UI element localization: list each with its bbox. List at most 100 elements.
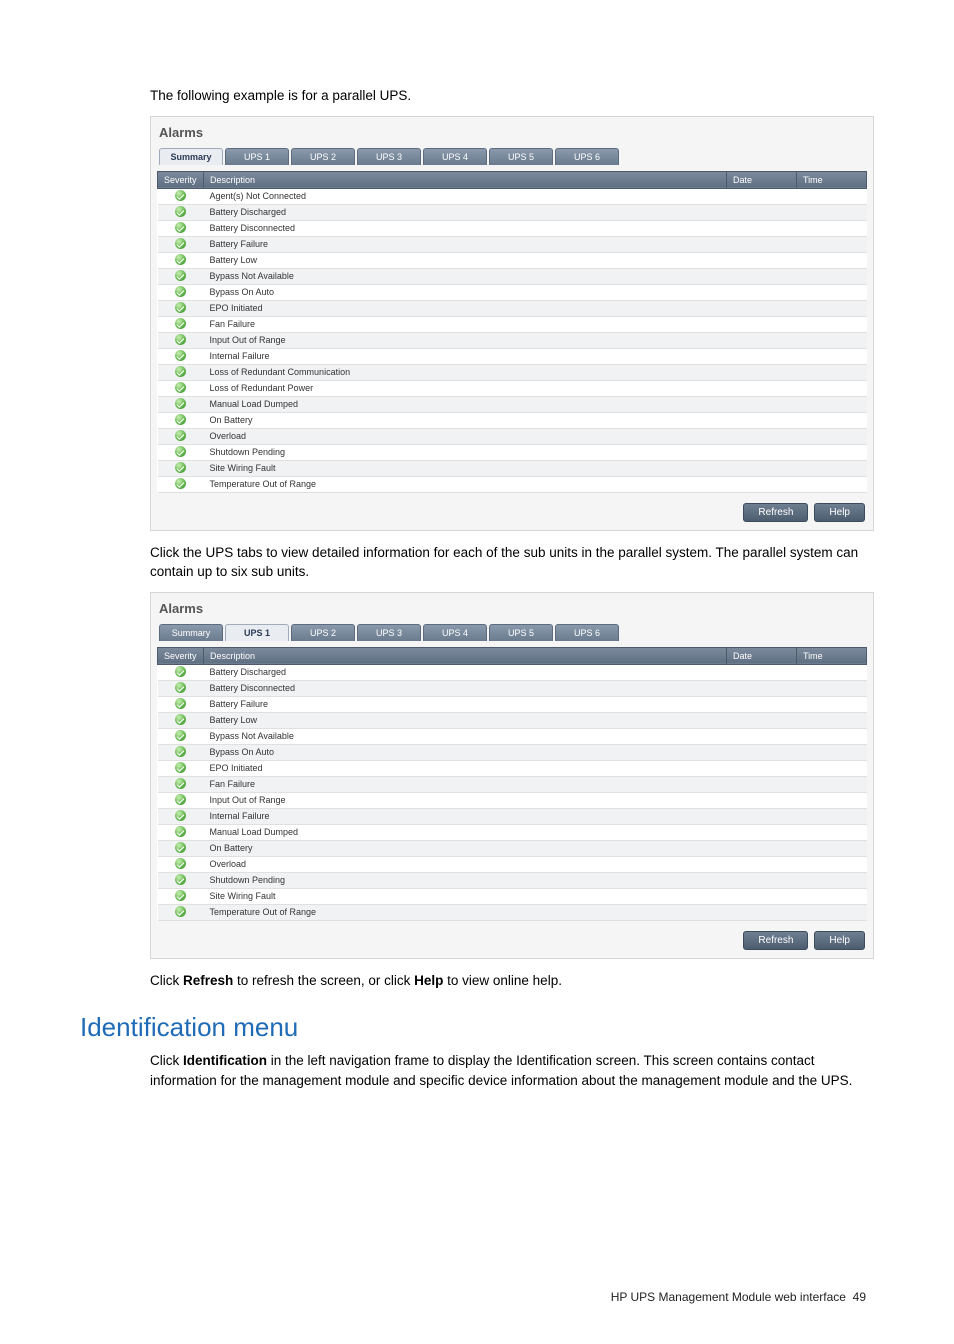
date-cell bbox=[727, 396, 797, 412]
status-ok-icon bbox=[175, 890, 186, 901]
tab-ups-5[interactable]: UPS 5 bbox=[489, 148, 553, 165]
severity-cell bbox=[158, 220, 204, 236]
severity-cell bbox=[158, 396, 204, 412]
status-ok-icon bbox=[175, 666, 186, 677]
time-cell bbox=[797, 348, 867, 364]
severity-cell bbox=[158, 824, 204, 840]
date-cell bbox=[727, 204, 797, 220]
status-ok-icon bbox=[175, 874, 186, 885]
status-ok-icon bbox=[175, 334, 186, 345]
severity-cell bbox=[158, 856, 204, 872]
panel-title: Alarms bbox=[157, 597, 867, 624]
refresh-button[interactable]: Refresh bbox=[743, 931, 808, 950]
status-ok-icon bbox=[175, 414, 186, 425]
description-cell: Site Wiring Fault bbox=[204, 888, 727, 904]
date-cell bbox=[727, 792, 797, 808]
date-cell bbox=[727, 808, 797, 824]
description-cell: Agent(s) Not Connected bbox=[204, 188, 727, 204]
severity-cell bbox=[158, 380, 204, 396]
date-cell bbox=[727, 664, 797, 680]
table-row: Agent(s) Not Connected bbox=[158, 188, 867, 204]
date-cell bbox=[727, 476, 797, 492]
help-button[interactable]: Help bbox=[814, 503, 865, 522]
tab-ups-2[interactable]: UPS 2 bbox=[291, 624, 355, 641]
date-cell bbox=[727, 252, 797, 268]
time-cell bbox=[797, 396, 867, 412]
status-ok-icon bbox=[175, 398, 186, 409]
col-date[interactable]: Date bbox=[727, 647, 797, 664]
panel-title: Alarms bbox=[157, 121, 867, 148]
col-time[interactable]: Time bbox=[797, 647, 867, 664]
time-cell bbox=[797, 904, 867, 920]
status-ok-icon bbox=[175, 714, 186, 725]
tab-summary[interactable]: Summary bbox=[159, 148, 223, 165]
time-cell bbox=[797, 824, 867, 840]
tab-ups-6[interactable]: UPS 6 bbox=[555, 624, 619, 641]
time-cell bbox=[797, 840, 867, 856]
severity-cell bbox=[158, 808, 204, 824]
tab-ups-4[interactable]: UPS 4 bbox=[423, 148, 487, 165]
table-row: EPO Initiated bbox=[158, 760, 867, 776]
table-row: EPO Initiated bbox=[158, 300, 867, 316]
date-cell bbox=[727, 220, 797, 236]
table-row: Temperature Out of Range bbox=[158, 476, 867, 492]
severity-cell bbox=[158, 252, 204, 268]
date-cell bbox=[727, 300, 797, 316]
date-cell bbox=[727, 412, 797, 428]
tab-ups-4[interactable]: UPS 4 bbox=[423, 624, 487, 641]
tab-ups-5[interactable]: UPS 5 bbox=[489, 624, 553, 641]
help-button[interactable]: Help bbox=[814, 931, 865, 950]
col-time[interactable]: Time bbox=[797, 171, 867, 188]
time-cell bbox=[797, 680, 867, 696]
date-cell bbox=[727, 332, 797, 348]
col-description[interactable]: Description bbox=[204, 647, 727, 664]
tab-ups-2[interactable]: UPS 2 bbox=[291, 148, 355, 165]
date-cell bbox=[727, 444, 797, 460]
table-row: Battery Discharged bbox=[158, 664, 867, 680]
time-cell bbox=[797, 696, 867, 712]
table-row: Fan Failure bbox=[158, 316, 867, 332]
refresh-button[interactable]: Refresh bbox=[743, 503, 808, 522]
description-cell: Battery Discharged bbox=[204, 204, 727, 220]
description-cell: Manual Load Dumped bbox=[204, 824, 727, 840]
tab-summary[interactable]: Summary bbox=[159, 624, 223, 641]
tab-ups-6[interactable]: UPS 6 bbox=[555, 148, 619, 165]
page-number: 49 bbox=[853, 1290, 866, 1304]
severity-cell bbox=[158, 316, 204, 332]
date-cell bbox=[727, 316, 797, 332]
footer-text: HP UPS Management Module web interface bbox=[611, 1290, 846, 1304]
severity-cell bbox=[158, 300, 204, 316]
severity-cell bbox=[158, 680, 204, 696]
status-ok-icon bbox=[175, 206, 186, 217]
table-row: Input Out of Range bbox=[158, 332, 867, 348]
status-ok-icon bbox=[175, 682, 186, 693]
severity-cell bbox=[158, 188, 204, 204]
date-cell bbox=[727, 904, 797, 920]
col-severity[interactable]: Severity bbox=[158, 647, 204, 664]
status-ok-icon bbox=[175, 858, 186, 869]
col-description[interactable]: Description bbox=[204, 171, 727, 188]
time-cell bbox=[797, 444, 867, 460]
table-row: Site Wiring Fault bbox=[158, 888, 867, 904]
description-cell: Bypass Not Available bbox=[204, 268, 727, 284]
status-ok-icon bbox=[175, 222, 186, 233]
date-cell bbox=[727, 872, 797, 888]
time-cell bbox=[797, 712, 867, 728]
date-cell bbox=[727, 712, 797, 728]
table-row: Overload bbox=[158, 428, 867, 444]
time-cell bbox=[797, 776, 867, 792]
description-cell: Battery Low bbox=[204, 252, 727, 268]
alarms-table: Severity Description Date Time Battery D… bbox=[157, 647, 867, 921]
section-heading-identification: Identification menu bbox=[80, 1012, 874, 1043]
severity-cell bbox=[158, 268, 204, 284]
tab-ups-3[interactable]: UPS 3 bbox=[357, 624, 421, 641]
tab-ups-3[interactable]: UPS 3 bbox=[357, 148, 421, 165]
description-cell: EPO Initiated bbox=[204, 300, 727, 316]
tab-ups-1[interactable]: UPS 1 bbox=[225, 148, 289, 165]
time-cell bbox=[797, 728, 867, 744]
col-date[interactable]: Date bbox=[727, 171, 797, 188]
tab-ups-1[interactable]: UPS 1 bbox=[225, 624, 289, 641]
table-row: Battery Low bbox=[158, 712, 867, 728]
col-severity[interactable]: Severity bbox=[158, 171, 204, 188]
table-row: Loss of Redundant Communication bbox=[158, 364, 867, 380]
